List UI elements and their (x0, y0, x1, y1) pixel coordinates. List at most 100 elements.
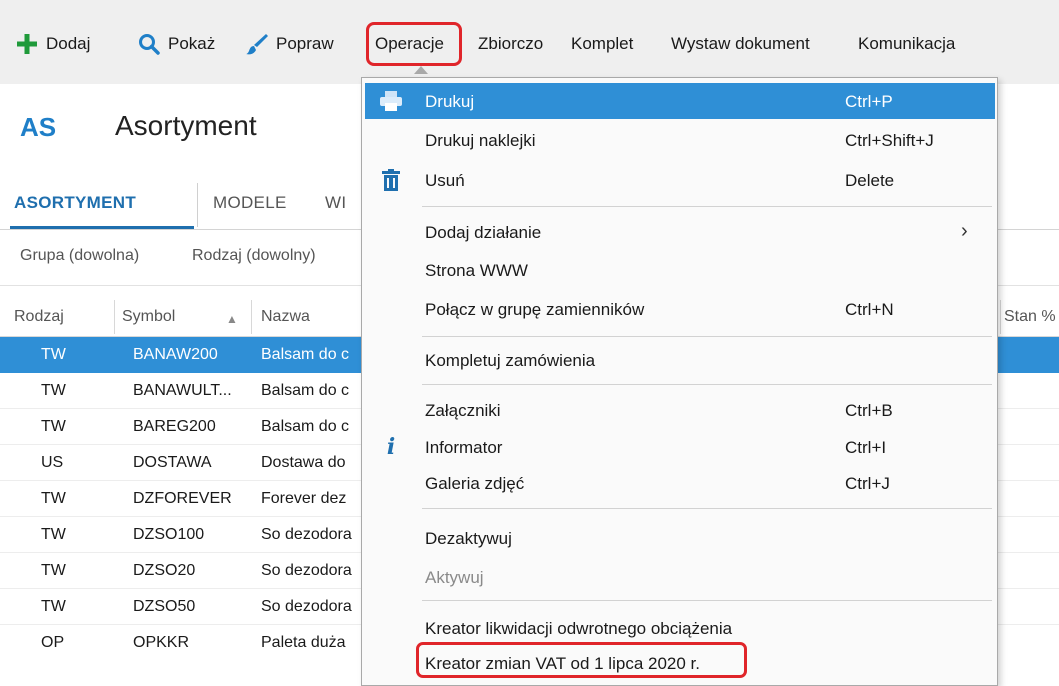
menu-item-label: Aktywuj (425, 568, 484, 587)
tab-models[interactable]: MODELE (213, 193, 287, 213)
vat-wizard-callout-frame (416, 642, 747, 678)
menu-separator (422, 336, 992, 337)
column-divider (114, 300, 115, 334)
menu-item-link-substitutes[interactable]: Połącz w grupę zamienników Ctrl+N (362, 291, 997, 327)
sort-ascending-icon: ▲ (226, 312, 238, 326)
cell-name: So dezodora (261, 526, 352, 543)
menu-item-label: Drukuj (425, 92, 475, 111)
printer-icon (378, 88, 404, 114)
cell-name: Dostawa do (261, 454, 346, 471)
menu-separator (422, 508, 992, 509)
menu-item-website[interactable]: Strona WWW (362, 252, 997, 288)
cell-name: Balsam do c (261, 346, 350, 363)
toolbar: Dodaj Pokaż Popraw Operacje Zbiorczo Kom… (0, 0, 1059, 84)
menu-caret (414, 66, 428, 74)
cell-name: So dezodora (261, 562, 352, 579)
menu-item-shortcut: Ctrl+B (845, 401, 893, 420)
cell-kind: TW (41, 526, 66, 543)
menu-item-label: Galeria zdjęć (425, 474, 525, 493)
tab-divider (197, 183, 198, 227)
cell-symbol: DOSTAWA (133, 454, 212, 471)
menu-separator (422, 600, 992, 601)
cell-symbol: DZFOREVER (133, 490, 232, 507)
show-button[interactable]: Pokaż (136, 29, 215, 59)
menu-item-deactivate[interactable]: Dezaktywuj (362, 520, 997, 556)
menu-item-label: Usuń (425, 171, 465, 190)
cell-symbol: DZSO50 (133, 598, 196, 615)
kind-filter[interactable]: Rodzaj (dowolny) (192, 247, 316, 265)
menu-item-print-labels[interactable]: Drukuj naklejki Ctrl+Shift+J (362, 122, 997, 158)
add-button[interactable]: Dodaj (14, 29, 90, 59)
column-divider (251, 300, 252, 334)
cell-symbol: BANAWULT... (133, 382, 232, 399)
menu-item-label: Strona WWW (425, 261, 528, 280)
menu-item-attachments[interactable]: Załączniki Ctrl+B (362, 392, 997, 428)
cell-name: Balsam do c (261, 382, 350, 399)
cell-symbol: BANAW200 (133, 346, 218, 363)
show-button-label: Pokaż (168, 34, 216, 53)
menu-item-print[interactable]: Drukuj Ctrl+P (365, 83, 995, 119)
column-header-name[interactable]: Nazwa (261, 308, 310, 326)
module-badge: AS (20, 112, 57, 142)
menu-item-reverse-charge-wizard[interactable]: Kreator likwidacji odwrotnego obciążenia (362, 610, 997, 646)
brush-icon (244, 31, 270, 57)
trash-icon (378, 167, 404, 193)
column-divider (1000, 300, 1001, 334)
edit-button[interactable]: Popraw (244, 29, 334, 59)
menu-item-activate: Aktywuj (362, 559, 997, 595)
cell-symbol: DZSO100 (133, 526, 205, 543)
search-icon (136, 31, 162, 57)
cell-symbol: OPKKR (133, 634, 190, 651)
bulk-menu-button[interactable]: Zbiorczo (478, 29, 543, 59)
column-header-kind[interactable]: Rodzaj (14, 308, 64, 326)
menu-item-label: Dodaj działanie (425, 223, 542, 242)
group-filter[interactable]: Grupa (dowolna) (20, 247, 139, 265)
communication-menu-button[interactable]: Komunikacja (858, 29, 955, 59)
cell-name: Balsam do c (261, 418, 350, 435)
cell-name: So dezodora (261, 598, 352, 615)
operations-callout-frame (366, 22, 462, 66)
menu-item-label: Załączniki (425, 401, 501, 420)
menu-separator (422, 384, 992, 385)
tab-third[interactable]: WI (325, 193, 346, 213)
add-button-label: Dodaj (46, 34, 91, 53)
menu-item-shortcut: Ctrl+J (845, 474, 890, 493)
menu-item-add-action[interactable]: Dodaj działanie › (362, 214, 997, 250)
column-header-stock-percent[interactable]: Stan % (1004, 308, 1056, 326)
cell-symbol: DZSO20 (133, 562, 196, 579)
menu-item-shortcut: Ctrl+P (845, 92, 893, 111)
cell-kind: TW (41, 490, 66, 507)
cell-kind: TW (41, 382, 66, 399)
cell-kind: OP (41, 634, 65, 651)
cell-kind: US (41, 454, 64, 471)
cell-kind: TW (41, 418, 66, 435)
menu-item-label: Kompletuj zamówienia (425, 351, 596, 370)
cell-symbol: BAREG200 (133, 418, 216, 435)
menu-item-label: Informator (425, 438, 503, 457)
set-menu-button[interactable]: Komplet (571, 29, 633, 59)
operations-dropdown-menu: Drukuj Ctrl+P Drukuj naklejki Ctrl+Shift… (361, 77, 998, 686)
menu-item-delete[interactable]: Usuń Delete (362, 162, 997, 198)
cell-kind: TW (41, 598, 66, 615)
page-title: Asortyment (115, 110, 257, 141)
cell-kind: TW (41, 346, 66, 363)
tab-assortment[interactable]: ASORTYMENT (14, 193, 136, 213)
menu-item-shortcut: Delete (845, 171, 895, 190)
menu-separator (422, 206, 992, 207)
menu-item-shortcut: Ctrl+N (845, 300, 894, 319)
menu-item-label: Dezaktywuj (425, 529, 512, 548)
column-header-symbol[interactable]: Symbol (122, 308, 175, 326)
menu-item-photo-gallery[interactable]: Galeria zdjęć Ctrl+J (362, 465, 997, 501)
menu-item-shortcut: Ctrl+I (845, 438, 887, 457)
menu-item-shortcut: Ctrl+Shift+J (845, 131, 934, 150)
menu-item-complete-orders[interactable]: Kompletuj zamówienia (362, 342, 997, 378)
cell-name: Forever dez (261, 490, 347, 507)
plus-icon (14, 31, 40, 57)
edit-button-label: Popraw (276, 34, 334, 53)
issue-document-menu-button[interactable]: Wystaw dokument (671, 29, 810, 59)
menu-item-informer[interactable]: i Informator Ctrl+I (362, 429, 997, 465)
menu-item-label: Połącz w grupę zamienników (425, 300, 645, 319)
info-icon: i (386, 434, 396, 460)
cell-kind: TW (41, 562, 66, 579)
menu-item-label: Drukuj naklejki (425, 131, 536, 150)
